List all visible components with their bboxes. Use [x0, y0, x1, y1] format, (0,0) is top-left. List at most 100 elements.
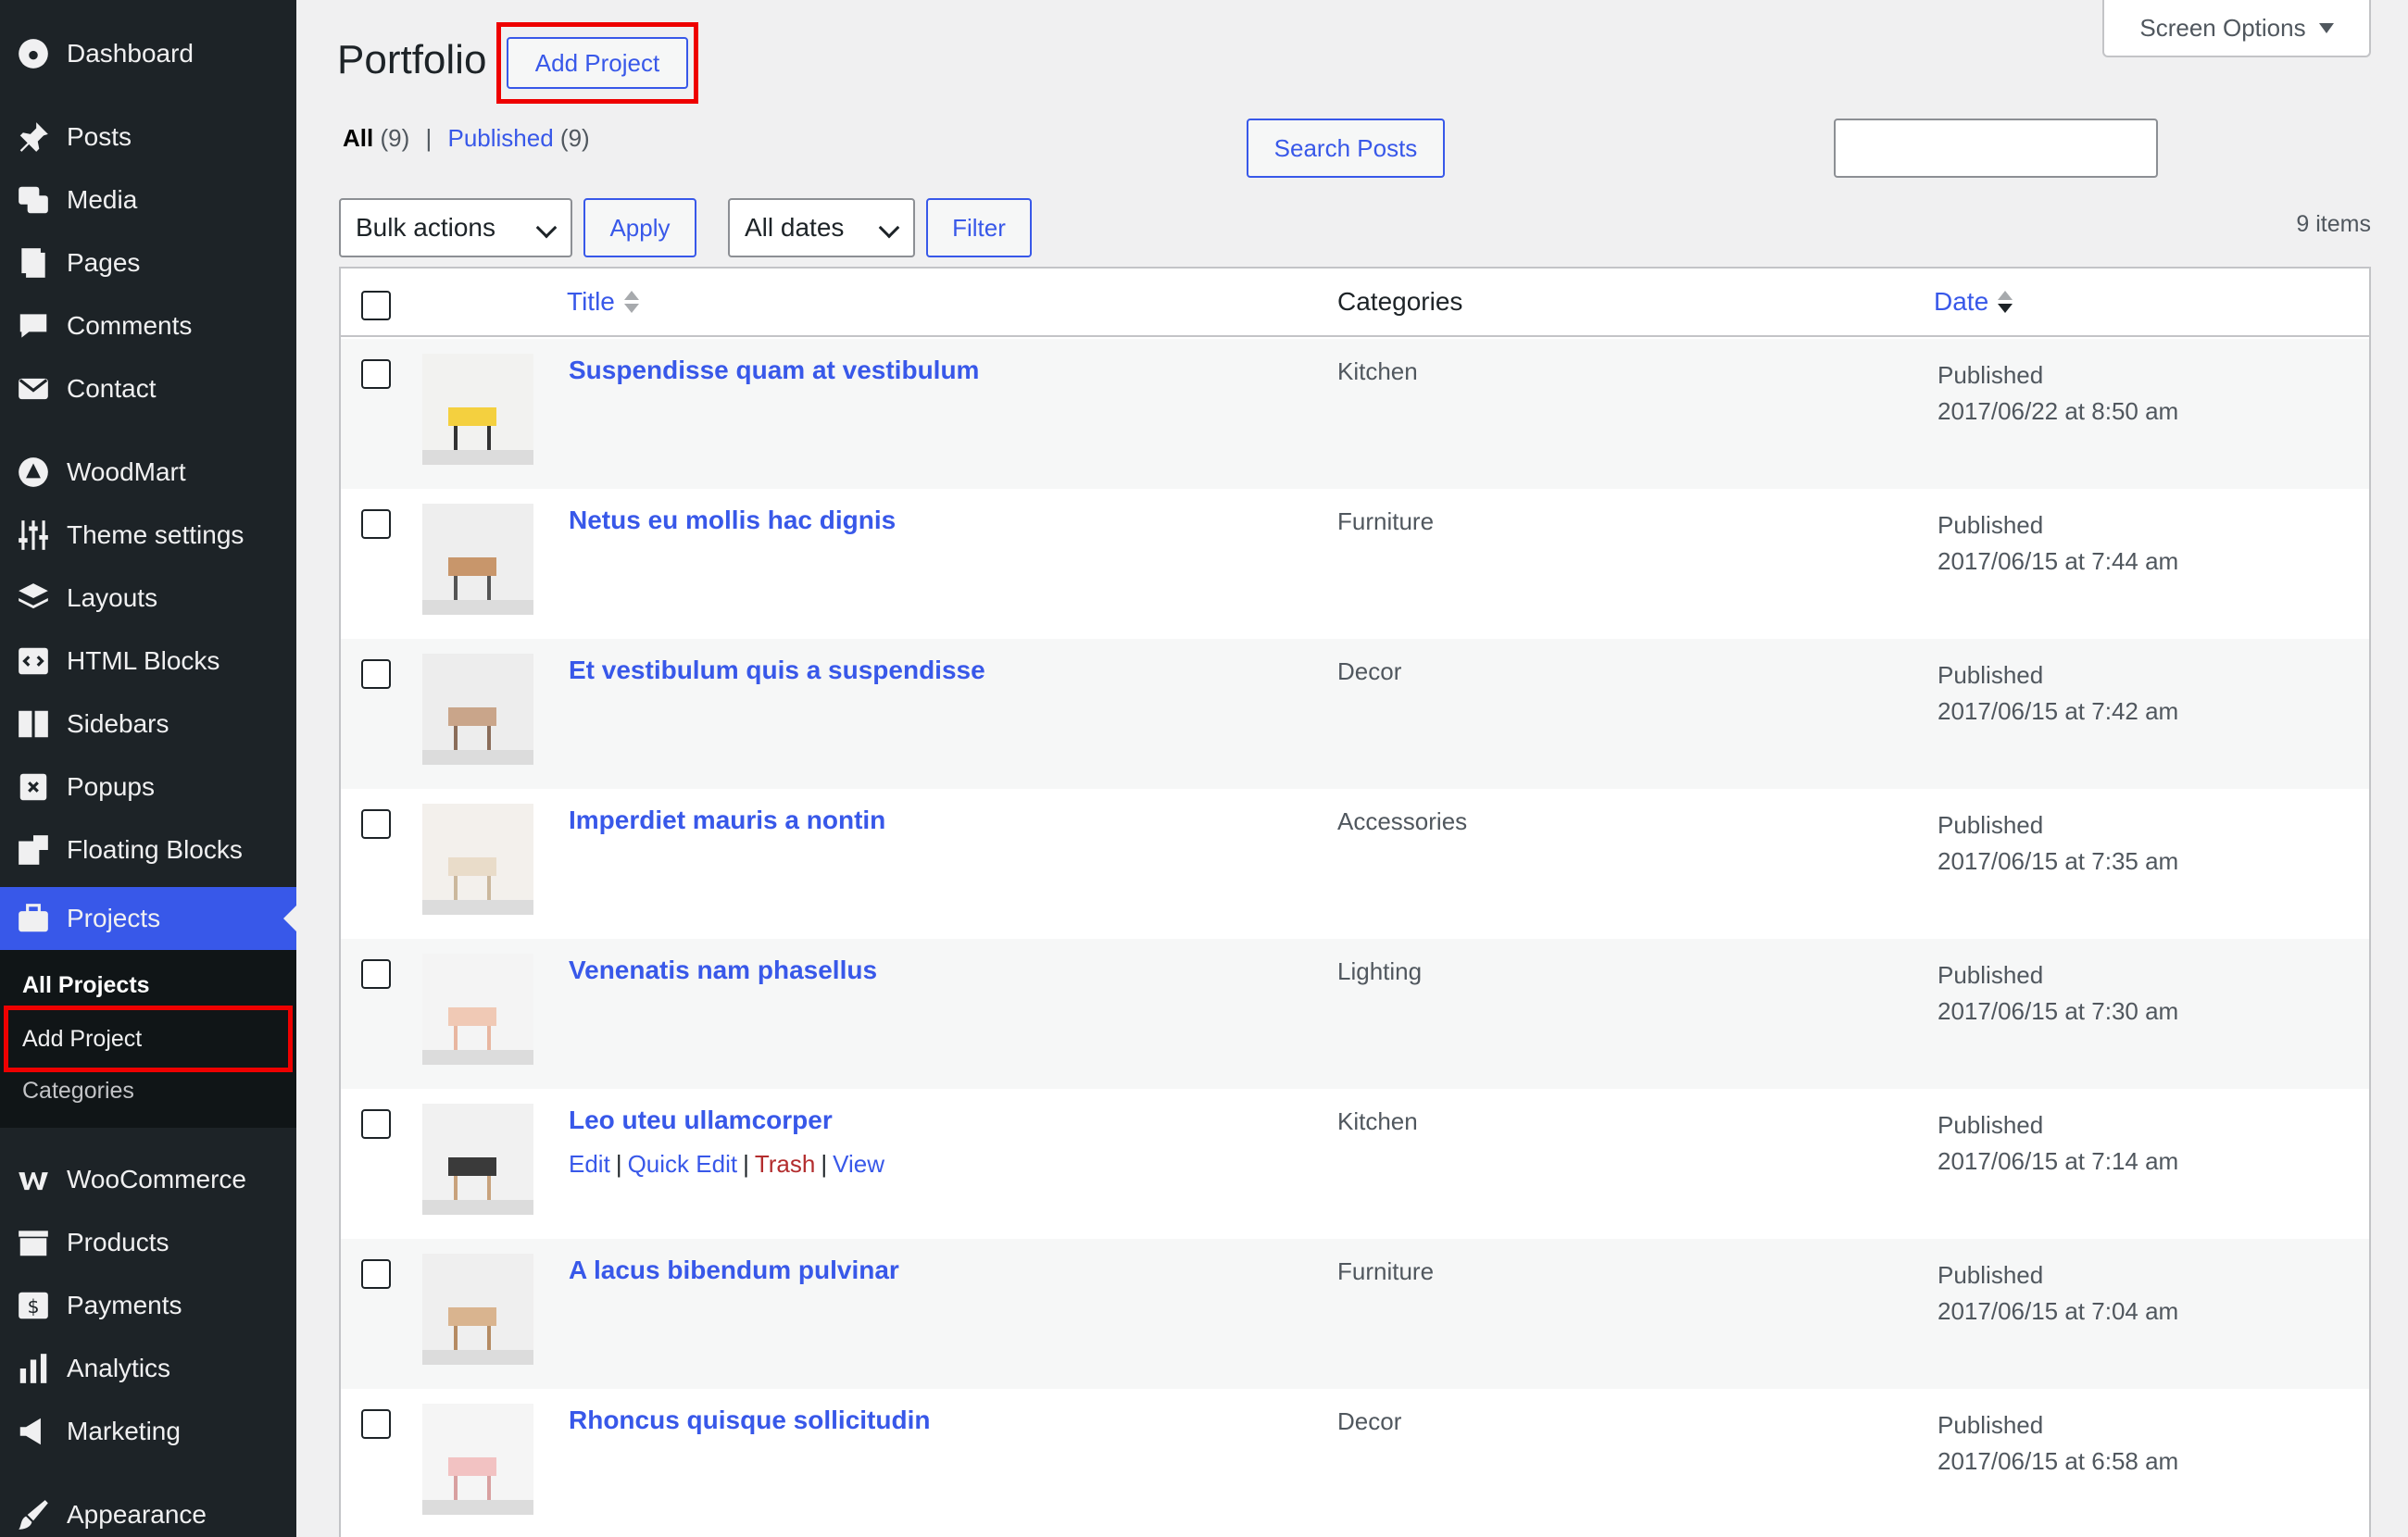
sidebar-item-html-blocks[interactable]: HTML Blocks: [0, 630, 296, 693]
row-actions: Edit | Quick Edit | Trash | View: [569, 1150, 884, 1178]
row-action-quick-edit[interactable]: Quick Edit: [628, 1150, 738, 1178]
filter-separator: |: [425, 124, 433, 152]
sidebar-item-label: Media: [67, 185, 138, 214]
sidebar-item-label: Products: [67, 1228, 169, 1256]
project-title-link[interactable]: Suspendisse quam at vestibulum: [569, 356, 979, 385]
project-title-link[interactable]: Leo uteu ullamcorper: [569, 1106, 833, 1135]
sidebar-item-popups[interactable]: Popups: [0, 756, 296, 818]
row-date-value: 2017/06/15 at 7:44 am: [1938, 547, 2179, 575]
layers-icon: [0, 581, 67, 616]
media-icon: [0, 182, 67, 218]
row-action-edit[interactable]: Edit: [569, 1150, 610, 1178]
filter-button[interactable]: Filter: [926, 198, 1032, 257]
project-thumbnail[interactable]: [422, 954, 533, 1065]
row-date: Published 2017/06/22 at 8:50 am: [1938, 357, 2206, 430]
sidebar-item-posts[interactable]: Posts: [0, 106, 296, 169]
project-title-link[interactable]: Netus eu mollis hac dignis: [569, 506, 896, 535]
sidebar-item-appearance[interactable]: Appearance: [0, 1483, 296, 1537]
sidebar-item-media[interactable]: Media: [0, 169, 296, 231]
sidebar-item-woodmart[interactable]: WoodMart: [0, 441, 296, 504]
chevron-down-icon: [535, 217, 558, 239]
project-thumbnail[interactable]: [422, 1404, 533, 1515]
filter-all-link[interactable]: All: [343, 124, 373, 152]
submenu-all-projects[interactable]: All Projects: [22, 972, 150, 999]
sidebar-item-label: Comments: [67, 311, 193, 340]
row-checkbox[interactable]: [361, 359, 391, 389]
project-title-link[interactable]: Venenatis nam phasellus: [569, 956, 877, 985]
project-title-link[interactable]: A lacus bibendum pulvinar: [569, 1256, 899, 1285]
highlight-box-submenu: [4, 1006, 293, 1072]
svg-text:$: $: [27, 1295, 39, 1318]
row-checkbox[interactable]: [361, 659, 391, 689]
row-checkbox[interactable]: [361, 1259, 391, 1289]
bulk-actions-select[interactable]: Bulk actions: [339, 198, 572, 257]
sidebar-item-payments[interactable]: $ Payments: [0, 1274, 296, 1337]
row-category-link[interactable]: Kitchen: [1337, 1107, 1418, 1136]
sidebar-item-label: Sidebars: [67, 709, 169, 738]
code-icon: [0, 644, 67, 679]
project-thumbnail[interactable]: [422, 654, 533, 765]
sidebar-item-analytics[interactable]: Analytics: [0, 1337, 296, 1400]
table-row: Venenatis nam phasellus Lighting Published…: [341, 939, 2369, 1089]
project-title-link[interactable]: Rhoncus quisque sollicitudin: [569, 1406, 930, 1435]
sidebar-item-floating-blocks[interactable]: Floating Blocks: [0, 818, 296, 881]
row-date: Published 2017/06/15 at 7:04 am: [1938, 1257, 2206, 1330]
analytics-icon: [0, 1351, 67, 1386]
row-date: Published 2017/06/15 at 7:44 am: [1938, 507, 2206, 580]
row-checkbox[interactable]: [361, 1109, 391, 1139]
row-category-link[interactable]: Furniture: [1337, 1257, 1434, 1286]
triangle-down-icon: [2318, 22, 2334, 33]
project-thumbnail[interactable]: [422, 1104, 533, 1215]
sidebar-item-comments[interactable]: Comments: [0, 294, 296, 357]
row-checkbox[interactable]: [361, 959, 391, 989]
row-action-trash[interactable]: Trash: [755, 1150, 816, 1178]
column-title-header[interactable]: Title: [567, 287, 639, 317]
row-date-value: 2017/06/15 at 7:42 am: [1938, 697, 2179, 725]
search-posts-button[interactable]: Search Posts: [1247, 119, 1445, 178]
sidebar-item-woocommerce[interactable]: WooCommerce: [0, 1148, 296, 1211]
table-row: Netus eu mollis hac dignis Furniture Publi…: [341, 489, 2369, 639]
sidebar-item-contact[interactable]: Contact: [0, 357, 296, 420]
sidebar-item-sidebars[interactable]: Sidebars: [0, 693, 296, 756]
sort-icon: [623, 291, 639, 313]
sidebar-item-layouts[interactable]: Layouts: [0, 567, 296, 630]
row-category-link[interactable]: Decor: [1337, 657, 1401, 686]
sidebar-item-products[interactable]: Products: [0, 1211, 296, 1274]
screen-options-button[interactable]: Screen Options: [2102, 0, 2371, 57]
search-input[interactable]: [1834, 119, 2158, 178]
sidebar-item-label: Layouts: [67, 583, 158, 612]
row-action-view[interactable]: View: [833, 1150, 884, 1178]
row-category-link[interactable]: Decor: [1337, 1407, 1401, 1436]
floating-icon: [0, 832, 67, 868]
column-date-header[interactable]: Date: [1934, 287, 2013, 317]
products-icon: [0, 1225, 67, 1260]
project-title-link[interactable]: Imperdiet mauris a nontin: [569, 806, 885, 835]
row-category-link[interactable]: Kitchen: [1337, 357, 1418, 386]
row-date: Published 2017/06/15 at 7:42 am: [1938, 657, 2206, 730]
row-checkbox[interactable]: [361, 509, 391, 539]
sidebar-item-label: Floating Blocks: [67, 835, 243, 864]
sidebar-item-theme-settings[interactable]: Theme settings: [0, 504, 296, 567]
select-all-checkbox[interactable]: [361, 291, 391, 320]
sidebar-item-label: Contact: [67, 374, 157, 403]
row-category-link[interactable]: Furniture: [1337, 507, 1434, 536]
row-checkbox[interactable]: [361, 809, 391, 839]
dates-select[interactable]: All dates: [728, 198, 915, 257]
project-title-link[interactable]: Et vestibulum quis a suspendisse: [569, 656, 985, 685]
project-thumbnail[interactable]: [422, 804, 533, 915]
sidebar-item-label: Posts: [67, 122, 132, 151]
submenu-categories[interactable]: Categories: [22, 1078, 134, 1105]
row-category-link[interactable]: Lighting: [1337, 957, 1422, 986]
project-thumbnail[interactable]: [422, 354, 533, 465]
sidebar-item-projects[interactable]: Projects: [0, 887, 296, 950]
project-thumbnail[interactable]: [422, 1254, 533, 1365]
dashboard-icon: [0, 36, 67, 71]
apply-button[interactable]: Apply: [583, 198, 696, 257]
sidebar-item-pages[interactable]: Pages: [0, 231, 296, 294]
filter-published-link[interactable]: Published: [447, 124, 553, 152]
project-thumbnail[interactable]: [422, 504, 533, 615]
row-checkbox[interactable]: [361, 1409, 391, 1439]
row-category-link[interactable]: Accessories: [1337, 807, 1467, 836]
sidebar-item-dashboard[interactable]: Dashboard: [0, 22, 296, 85]
sidebar-item-marketing[interactable]: Marketing: [0, 1400, 296, 1463]
